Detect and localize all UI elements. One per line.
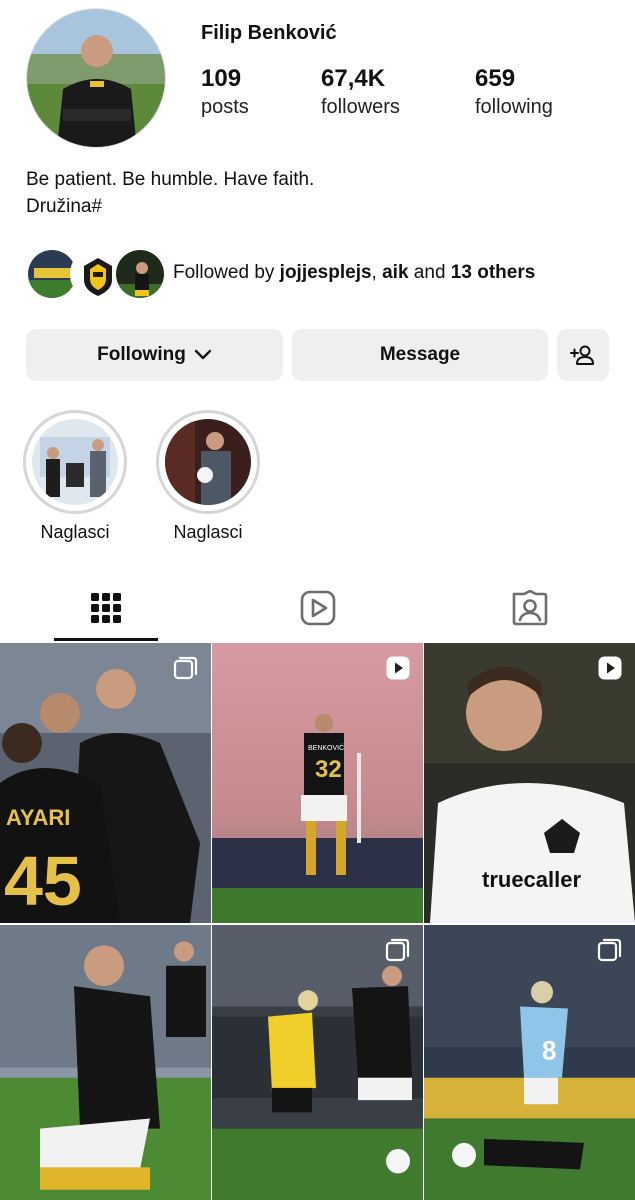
suggest-people-button[interactable]	[557, 329, 609, 381]
highlight-1[interactable]: Naglasci	[23, 410, 127, 543]
mutual-followers-text: Followed by jojjesplejs, aik and 13 othe…	[173, 262, 535, 284]
tab-reels[interactable]	[212, 575, 423, 641]
reel-icon	[386, 656, 410, 680]
post-3-image: truecaller	[424, 643, 635, 923]
carousel-icon	[173, 656, 198, 680]
profile-tabs	[0, 575, 635, 641]
message-button[interactable]: Message	[292, 329, 548, 381]
following-button[interactable]: Following	[26, 329, 283, 381]
stat-followers-count: 67,4K	[321, 65, 386, 92]
add-person-icon	[570, 345, 594, 365]
mutual-sep: ,	[371, 262, 383, 283]
post-tile-2[interactable]: 32 BENKOVIĆ	[212, 643, 423, 923]
post-tile-1[interactable]: AYARI 45	[0, 643, 211, 923]
mutual-and: and	[408, 262, 451, 283]
post-5-image	[212, 925, 423, 1200]
reel-icon	[598, 656, 622, 680]
stat-following-count: 659	[475, 65, 516, 92]
tagged-icon	[512, 590, 547, 626]
post-6-image: 8	[424, 925, 635, 1200]
highlight-2[interactable]: Naglasci	[156, 410, 260, 543]
mutual-others[interactable]: 13 others	[451, 262, 535, 283]
following-label: Following	[97, 344, 186, 365]
post-2-image: 32 BENKOVIĆ	[212, 643, 423, 923]
bio-line-2: Družina#	[26, 196, 103, 217]
highlight-ring	[23, 410, 127, 514]
bio-line-1: Be patient. Be humble. Have faith.	[26, 169, 315, 190]
tab-posts[interactable]	[0, 575, 211, 641]
profile-name: Filip Benković	[201, 22, 337, 44]
tab-tagged[interactable]	[424, 575, 635, 641]
stat-posts-label: posts	[201, 96, 249, 118]
mutual-prefix: Followed by	[173, 262, 280, 283]
mutual-followers[interactable]: Followed by jojjesplejs, aik and 13 othe…	[26, 248, 616, 302]
stat-followers[interactable]: 67,4K followers	[321, 64, 400, 120]
carousel-icon	[385, 938, 410, 962]
posts-grid-icon	[90, 593, 121, 623]
reels-icon	[300, 590, 335, 626]
stat-posts-count: 109	[201, 65, 242, 92]
avatar-photo	[27, 9, 165, 147]
post-tile-6[interactable]: 8	[424, 925, 635, 1200]
highlight-cover	[165, 419, 251, 505]
mutual-avatar-3	[114, 248, 166, 300]
post-2-name-text: BENKOVIĆ	[308, 743, 344, 752]
post-4-image	[0, 925, 211, 1200]
mutual-user-1[interactable]: jojjesplejs	[280, 262, 372, 283]
mutual-user-2[interactable]: aik	[382, 262, 408, 283]
chevron-down-icon	[194, 349, 212, 360]
post-6-number-text: 8	[542, 1035, 556, 1065]
posts-grid: AYARI 45 32 BENKOVIĆ truecaller 8	[0, 643, 635, 1200]
stat-following[interactable]: 659 following	[475, 64, 553, 120]
post-1-number-text: 45	[4, 842, 82, 920]
stat-followers-label: followers	[321, 96, 400, 118]
highlight-cover	[32, 419, 118, 505]
message-label: Message	[379, 344, 461, 365]
highlight-ring	[156, 410, 260, 514]
profile-avatar[interactable]	[26, 8, 166, 148]
carousel-icon	[597, 938, 622, 962]
highlight-1-label: Naglasci	[40, 522, 110, 542]
post-tile-5[interactable]	[212, 925, 423, 1200]
stat-posts[interactable]: 109 posts	[201, 64, 249, 120]
highlight-2-label: Naglasci	[173, 522, 243, 542]
post-1-image: AYARI 45	[0, 643, 211, 923]
post-2-number-text: 32	[315, 756, 342, 783]
profile-bio: Be patient. Be humble. Have faith. Druži…	[26, 166, 314, 220]
post-tile-4[interactable]	[0, 925, 211, 1200]
post-1-name-text: AYARI	[6, 805, 70, 830]
post-3-sponsor-text: truecaller	[482, 867, 581, 892]
stat-following-label: following	[475, 96, 553, 118]
post-tile-3[interactable]: truecaller	[424, 643, 635, 923]
